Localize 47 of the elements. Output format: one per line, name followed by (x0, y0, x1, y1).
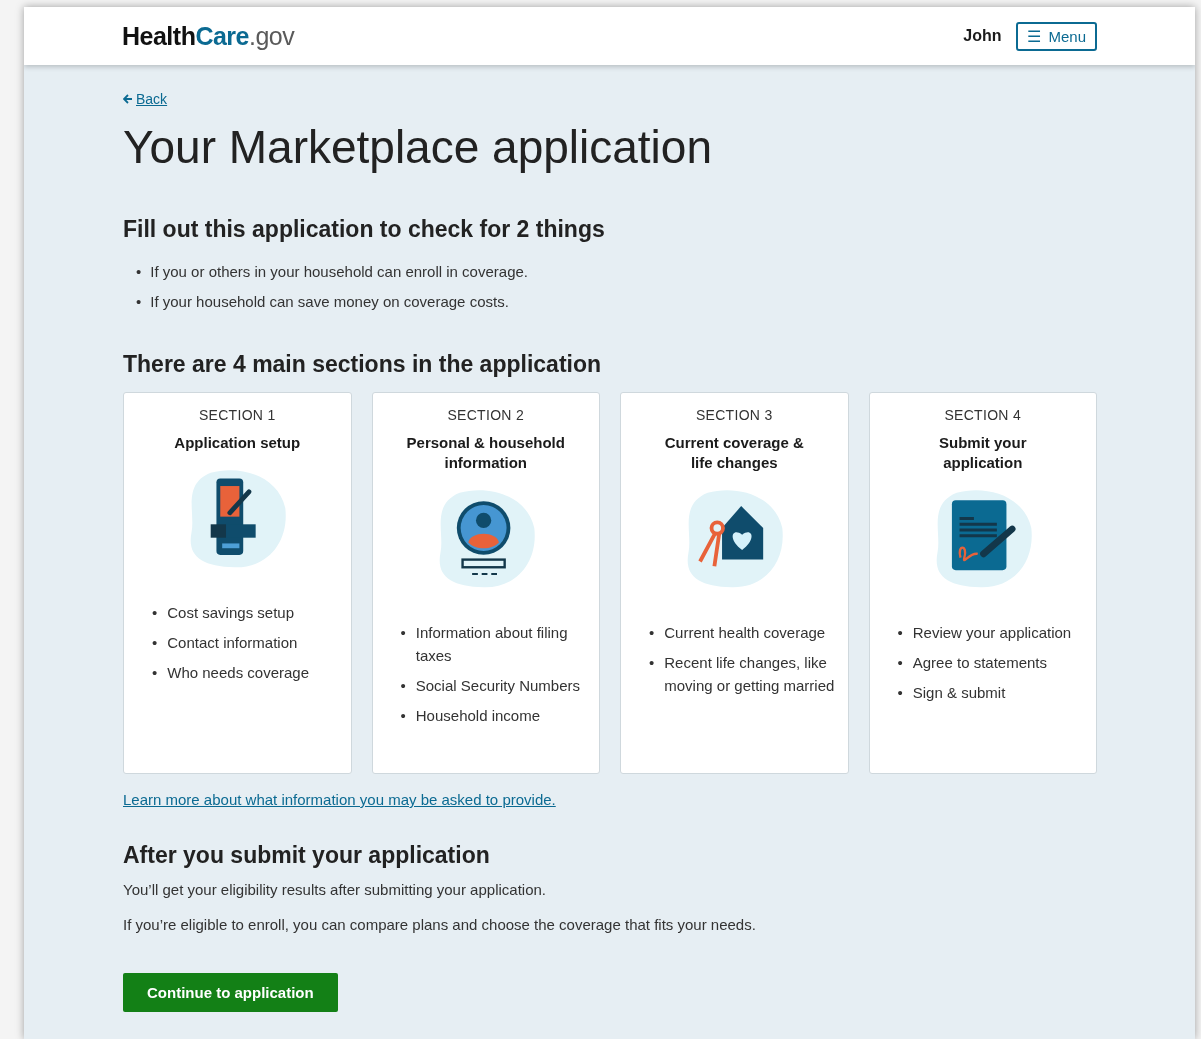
section-item: Who needs coverage (167, 663, 310, 683)
section-title: Current coverage & life changes (664, 433, 805, 473)
bullet-marker: • (400, 676, 406, 696)
page-title: Your Marketplace application (123, 120, 713, 174)
bullet-marker: • (400, 706, 406, 726)
section-item: Recent life changes, like moving or getting married (664, 653, 836, 696)
back-link[interactable]: Back (123, 91, 168, 107)
section-label: SECTION 4 (944, 407, 1022, 423)
paragraph: If you’re eligible to enroll, you can compare plans and choose the coverage that fits your needs. (123, 916, 757, 933)
section-item: Agree to statements (912, 653, 1047, 673)
continue-button[interactable]: Continue to application (123, 973, 338, 1012)
bullet-marker: • (136, 262, 142, 282)
bullet-marker: • (897, 683, 903, 703)
section-item: Information about filing taxes (415, 623, 569, 666)
section-title: Personal & household information (405, 433, 566, 473)
section-item: Sign & submit (912, 683, 1006, 703)
bullet-item: If your household can save money on coverage costs. (150, 292, 509, 312)
section-heading: Fill out this application to check for 2 things (123, 216, 606, 243)
bullet-item: If you or others in your household can enroll in coverage. (150, 262, 528, 282)
bullet-marker: • (649, 653, 655, 673)
section-item: Current health coverage (664, 623, 826, 643)
user-name: John (963, 27, 1002, 45)
bullet-marker: • (897, 653, 903, 673)
section-title: Submit your application (938, 433, 1028, 473)
bullet-marker: • (897, 623, 903, 643)
section-title: Application setup (174, 433, 301, 453)
bullet-marker: • (152, 663, 158, 683)
learn-more-link[interactable]: Learn more about what information you may be asked to provide. (123, 791, 556, 808)
section-item: Social Security Numbers (415, 676, 580, 696)
logo[interactable]: HealthCare.gov (122, 21, 295, 51)
section-item: Review your application (912, 623, 1072, 643)
bullet-marker: • (152, 603, 158, 623)
section-heading: There are 4 main sections in the application (123, 351, 603, 378)
section-label: SECTION 1 (198, 407, 276, 423)
section-label: SECTION 3 (695, 407, 773, 423)
menu-button[interactable]: ☰ Menu (1016, 21, 1097, 51)
section-heading: After you submit your application (123, 842, 491, 869)
bullet-marker: • (400, 623, 406, 643)
arrow-left-icon (123, 94, 133, 104)
bullet-marker: • (136, 292, 142, 312)
section-label: SECTION 2 (447, 407, 525, 423)
section-item: Cost savings setup (167, 603, 294, 623)
bullet-marker: • (649, 623, 655, 643)
bullet-marker: • (152, 633, 158, 653)
section-item: Household income (415, 706, 540, 726)
paragraph: You’ll get your eligibility results after submitting your application. (123, 881, 547, 898)
section-item: Contact information (167, 633, 298, 653)
